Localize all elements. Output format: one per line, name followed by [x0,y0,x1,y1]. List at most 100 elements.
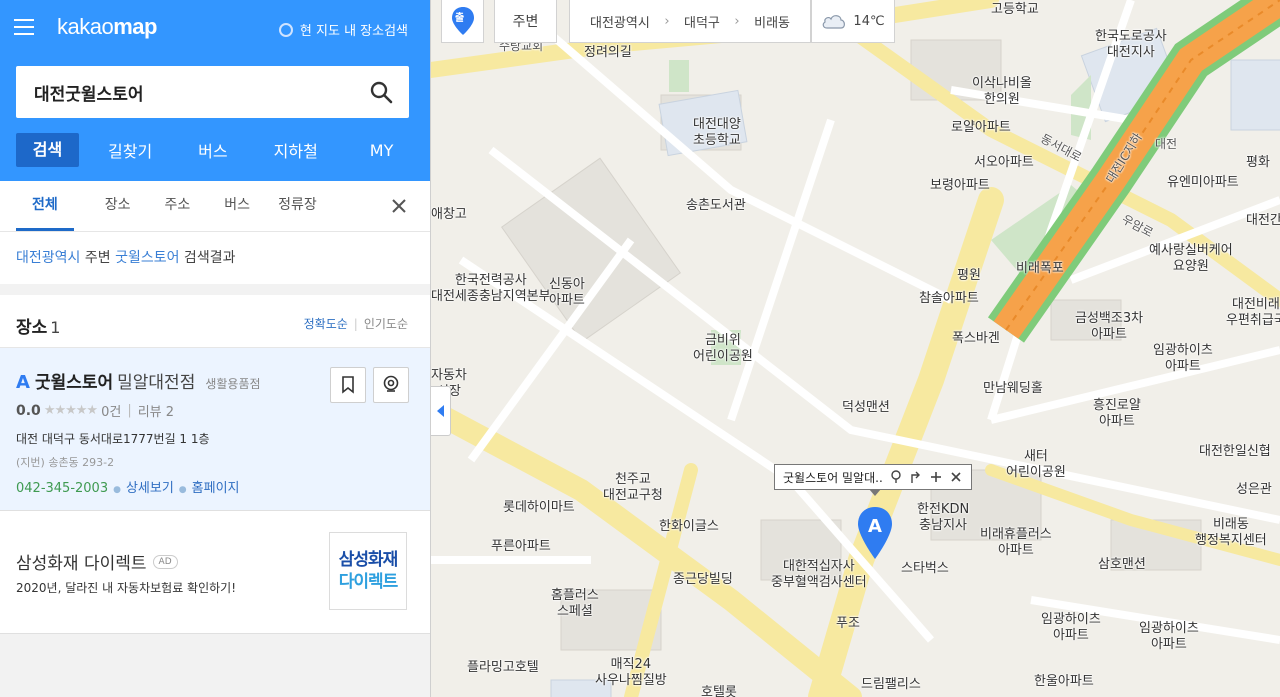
map-label[interactable]: 대전 [1155,136,1177,152]
map-area-search-toggle[interactable]: 현 지도 내 장소검색 [278,20,408,39]
map-label[interactable]: 고등학교 [991,2,1039,18]
map-label[interactable]: 금비위 어린이공원 [693,333,753,365]
map-label[interactable]: 임광하이츠 아파트 [1153,343,1213,375]
map-label[interactable]: 유엔미아파트 [1167,175,1239,191]
map-label[interactable]: 애창고 [431,207,467,223]
map-label[interactable]: 송촌도서관 [686,198,746,214]
map-canvas[interactable]: 고등학교 한국도로공사 대전지사 정려의길 수랑교회 이삭나비올 한의원 대전대… [431,0,1280,697]
map-label[interactable]: 매직24 사우나찜질방 [595,657,667,689]
tab-search[interactable]: 검색 [16,133,79,167]
search-input[interactable] [16,82,356,102]
result-marker-a[interactable]: A [856,506,894,560]
map-label[interactable]: 푸른아파트 [491,539,551,555]
map-label[interactable]: 덕성맨션 [842,400,890,416]
breadcrumb-city[interactable]: 대전광역시 [590,12,650,31]
bookmark-button[interactable] [330,367,366,403]
map-label[interactable]: 플라밍고호텔 [467,660,539,676]
map-label[interactable]: 삼호맨션 [1098,557,1146,573]
breadcrumb-dong[interactable]: 비래동 [754,12,790,31]
map-label[interactable]: 한전KDN 충남지사 [917,502,969,534]
tab-my[interactable]: MY [370,141,394,160]
tab-bus[interactable]: 버스 [198,138,227,162]
ad-description[interactable]: 2020년, 달라진 내 자동차보험료 확인하기! [16,579,236,596]
subtab-bus[interactable]: 버스 [224,194,250,231]
map-label[interactable]: 새터 어린이공원 [1006,449,1066,481]
map-label[interactable]: 만남웨딩홀 [983,381,1043,397]
map-label[interactable]: 흥진로얄 아파트 [1093,398,1141,430]
subtab-address[interactable]: 주소 [165,194,191,231]
breadcrumb-district[interactable]: 대덕구 [684,12,720,31]
map-label[interactable]: 대전한일신협 [1199,444,1271,460]
collapse-panel-button[interactable] [431,386,451,436]
map-label[interactable]: 신동아 아파트 [549,277,585,309]
map-label[interactable]: 천주교 대전교구청 [603,472,663,504]
map-label[interactable]: 이삭나비올 한의원 [972,76,1032,108]
review-count[interactable]: 리뷰 2 [138,401,174,420]
summary-region[interactable]: 대전광역시 [16,250,80,266]
map-label[interactable]: 예사랑실버케어 요양원 [1149,243,1233,275]
summary-keyword[interactable]: 굿윌스토어 [115,250,179,266]
search-icon[interactable] [369,80,393,104]
map-label[interactable]: 대전간 [1246,213,1280,229]
tab-directions[interactable]: 길찾기 [108,138,152,162]
map-label[interactable]: 참솔아파트 [919,291,979,307]
directions-icon[interactable] [909,470,923,484]
weather-widget[interactable]: 14℃ [811,0,895,43]
map-label[interactable]: 서오아파트 [974,155,1034,171]
map-label[interactable]: 스타벅스 [901,561,949,577]
ad-banner[interactable]: 삼성화재 다이렉트 AD 2020년, 달라진 내 자동차보험료 확인하기! 삼성… [0,510,430,634]
map-label[interactable]: 임광하이츠 아파트 [1139,621,1199,653]
subtab-stop[interactable]: 정류장 [278,194,317,231]
homepage-link[interactable]: 홈페이지 [192,481,240,496]
map-label[interactable]: 보령아파트 [930,178,990,194]
map-label[interactable]: 한화이글스 [659,519,719,535]
place-infowindow[interactable]: 굿윌스토어 밀알대.. [774,464,972,496]
rating-count[interactable]: 0건 [101,401,121,420]
map-label[interactable]: 드림팰리스 [861,677,921,693]
pin-icon[interactable] [889,470,903,484]
map-label[interactable]: 금성백조3차 아파트 [1075,311,1143,343]
current-location-button[interactable]: 출 [441,0,484,43]
close-icon[interactable] [949,470,963,484]
map-label[interactable]: 평원 [957,268,981,284]
map-label[interactable]: 대전대양 초등학교 [693,117,741,149]
plus-icon[interactable] [929,470,943,484]
map-label[interactable]: 폭스바겐 [952,331,1000,347]
menu-icon[interactable] [14,19,34,35]
ad-title[interactable]: 삼성화재 다이렉트 AD [16,549,178,574]
map-label[interactable]: 대한적십자사 중부혈액검사센터 [771,559,867,591]
place-result-item[interactable]: A 굿윌스토어 밀알대전점 생활용품점 0.0 ★★★★★ 0건 | 리뷰 2 … [0,347,430,510]
sort-accuracy[interactable]: 정확도순 [304,317,348,331]
map-label[interactable]: 홈플러스 스페셜 [551,588,599,620]
detail-link[interactable]: 상세보기 [126,481,174,496]
map-label[interactable]: 한울아파트 [1034,674,1094,690]
place-name[interactable]: A 굿윌스토어 밀알대전점 생활용품점 [16,368,261,393]
map-label[interactable]: 한국도로공사 대전지사 [1095,29,1167,61]
map-label[interactable]: 비래폭포 [1016,261,1064,277]
subtab-place[interactable]: 장소 [105,194,131,231]
place-phone[interactable]: 042-345-2003 [16,481,108,496]
map-label[interactable]: 비래동 행정복지센터 [1195,517,1267,549]
map-label[interactable]: 임광하이츠 아파트 [1041,612,1101,644]
close-icon[interactable] [391,198,407,214]
kakaomap-logo[interactable]: kakaomap [57,14,157,40]
map-label[interactable]: 종근당빌딩 [673,572,733,588]
ad-logo[interactable]: 삼성화재 다이렉트 [329,532,407,610]
nearby-button[interactable]: 주변 [494,0,557,43]
map-view-button[interactable] [373,367,409,403]
map-label[interactable]: 평화 [1246,155,1270,171]
infowindow-title[interactable]: 굿윌스토어 밀알대.. [783,469,883,486]
map-label[interactable]: 푸조 [836,616,860,632]
map-label[interactable]: 정려의길 [584,45,632,61]
map-label[interactable]: 호텔롯 [701,685,737,697]
sort-popularity[interactable]: 인기도순 [364,317,408,331]
map-pin-icon [383,375,399,392]
map-label[interactable]: 대전비래 우편취급국 [1226,297,1280,329]
tab-subway[interactable]: 지하철 [274,138,318,162]
subtab-all[interactable]: 전체 [16,194,74,231]
map-label[interactable]: 롯데하이마트 [503,500,575,516]
map-label[interactable]: 한국전력공사 대전세종충남지역본부 [431,273,551,305]
map-label[interactable]: 비래휴플러스 아파트 [980,527,1052,559]
map-label[interactable]: 로얄아파트 [951,120,1011,136]
map-label[interactable]: 성은관 [1236,482,1272,498]
